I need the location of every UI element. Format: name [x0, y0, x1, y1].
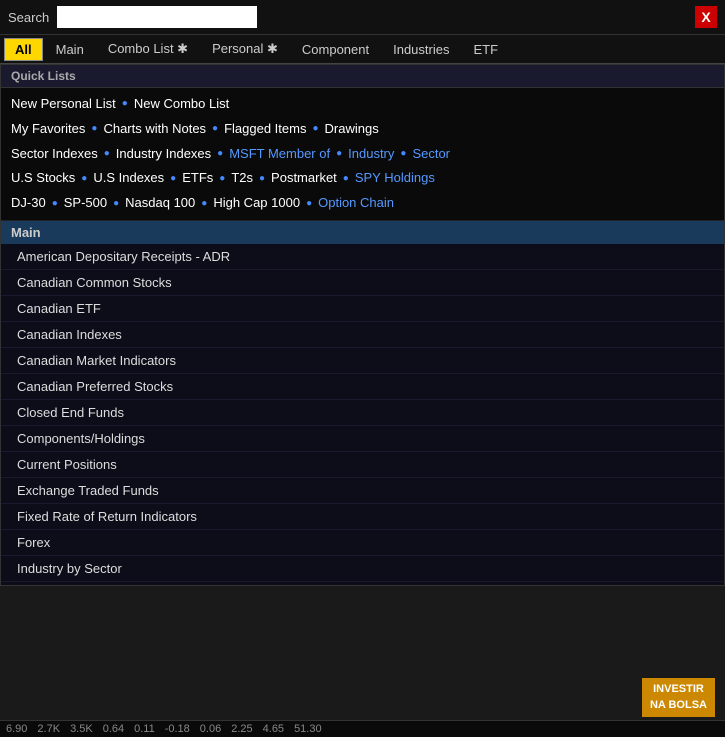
quick-link[interactable]: T2s [231, 168, 253, 189]
list-item[interactable]: Industry by Sector [1, 556, 724, 582]
dot-separator: ● [336, 146, 342, 162]
tab-main[interactable]: Main [45, 38, 95, 61]
list-item[interactable]: Canadian Market Indicators [1, 348, 724, 374]
quick-link[interactable]: High Cap 1000 [213, 193, 300, 214]
quick-link[interactable]: My Favorites [11, 119, 85, 140]
tab-combo-list[interactable]: Combo List ✱ [97, 37, 199, 61]
tab-personal[interactable]: Personal ✱ [201, 37, 289, 61]
quick-link[interactable]: MSFT Member of [229, 144, 330, 165]
quick-link[interactable]: New Personal List [11, 94, 116, 115]
search-bar: Search X [0, 0, 725, 35]
quick-link[interactable]: Flagged Items [224, 119, 306, 140]
quick-link[interactable]: Nasdaq 100 [125, 193, 195, 214]
quick-link[interactable]: Drawings [325, 119, 379, 140]
status-value: 2.25 [231, 723, 252, 735]
quick-link[interactable]: Sector [412, 144, 450, 165]
list-item[interactable]: Canadian Indexes [1, 322, 724, 348]
dot-separator: ● [219, 171, 225, 187]
list-item[interactable]: Canadian ETF [1, 296, 724, 322]
quick-link[interactable]: Sector Indexes [11, 144, 98, 165]
quick-list-row: New Personal List ● New Combo List [11, 92, 714, 117]
list-item[interactable]: Canadian Preferred Stocks [1, 374, 724, 400]
search-label: Search [8, 10, 49, 25]
dot-separator: ● [91, 121, 97, 137]
list-item[interactable]: Exchange Traded Funds [1, 478, 724, 504]
dot-separator: ● [122, 96, 128, 112]
list-item[interactable]: American Depositary Receipts - ADR [1, 244, 724, 270]
status-value: -0.18 [165, 723, 190, 735]
dot-separator: ● [212, 121, 218, 137]
list-item[interactable]: Components/Holdings [1, 426, 724, 452]
status-bar: 6.90 2.7K 3.5K 0.64 0.11 -0.18 0.06 2.25 4.65 51.… [0, 720, 725, 737]
dot-separator: ● [306, 196, 312, 212]
list-item[interactable]: Forex [1, 530, 724, 556]
dot-separator: ● [312, 121, 318, 137]
status-value: 0.06 [200, 723, 221, 735]
quick-link[interactable]: DJ-30 [11, 193, 46, 214]
status-value: 6.90 [6, 723, 27, 735]
quick-link[interactable]: SP-500 [64, 193, 107, 214]
dot-separator: ● [259, 171, 265, 187]
tab-component[interactable]: Component [291, 38, 380, 61]
quick-link[interactable]: U.S Indexes [93, 168, 164, 189]
quick-lists-content: New Personal List●New Combo ListMy Favor… [1, 88, 724, 221]
status-value: 2.7K [37, 723, 60, 735]
dot-separator: ● [170, 171, 176, 187]
status-value: 0.64 [103, 723, 124, 735]
dot-separator: ● [400, 146, 406, 162]
status-value: 51.30 [294, 723, 322, 735]
dot-separator: ● [201, 196, 207, 212]
quick-list-row: My Favorites ● Charts with Notes ● Flagged I… [11, 117, 714, 142]
quick-link[interactable]: Option Chain [318, 193, 394, 214]
main-section-header: Main [1, 221, 724, 244]
list-item[interactable]: Closed End Funds [1, 400, 724, 426]
dot-separator: ● [217, 146, 223, 162]
quick-link[interactable]: Industry Indexes [116, 144, 211, 165]
watermark: INVESTIR NA BOLSA [642, 678, 715, 717]
dropdown-panel: Quick Lists New Personal List ● New Combo … [0, 64, 725, 586]
list-item[interactable]: Canadian Common Stocks [1, 270, 724, 296]
status-value: 4.65 [263, 723, 284, 735]
watermark-line2: NA BOLSA [650, 698, 707, 713]
quick-link[interactable]: U.S Stocks [11, 168, 75, 189]
list-item[interactable]: Fixed Rate of Return Indicators [1, 504, 724, 530]
quick-link[interactable]: Charts with Notes [103, 119, 206, 140]
dot-separator: ● [343, 171, 349, 187]
tab-bar: AllMainCombo List ✱Personal ✱ComponentIn… [0, 35, 725, 64]
watermark-line1: INVESTIR [650, 682, 707, 697]
quick-link[interactable]: New Combo List [134, 94, 229, 115]
quick-link[interactable]: ETFs [182, 168, 213, 189]
tab-all[interactable]: All [4, 38, 43, 61]
dot-separator: ● [113, 196, 119, 212]
tab-etf[interactable]: ETF [462, 38, 509, 61]
dot-separator: ● [52, 196, 58, 212]
search-input[interactable] [57, 6, 257, 28]
quick-link[interactable]: Postmarket [271, 168, 337, 189]
status-value: 0.11 [134, 723, 155, 735]
dot-separator: ● [104, 146, 110, 162]
quick-list-row: DJ-30 ● SP-500 ● Nasdaq 100 ● High Cap 1000 ● Op… [11, 191, 714, 216]
scroll-container[interactable]: Quick Lists New Personal List ● New Combo … [1, 65, 724, 585]
list-item[interactable]: Industry Components [1, 582, 724, 585]
list-item[interactable]: Current Positions [1, 452, 724, 478]
quick-list-row: U.S Stocks ● U.S Indexes ● ETFs ● T2s ● Postmark… [11, 166, 714, 191]
quick-lists-header: Quick Lists [1, 65, 724, 88]
quick-link[interactable]: SPY Holdings [355, 168, 435, 189]
main-list: American Depositary Receipts - ADRCanadi… [1, 244, 724, 585]
status-value: 3.5K [70, 723, 93, 735]
quick-link[interactable]: Industry [348, 144, 394, 165]
dot-separator: ● [81, 171, 87, 187]
quick-list-row: Sector Indexes ● Industry Indexes ● MSFT Mem… [11, 142, 714, 167]
tab-industries[interactable]: Industries [382, 38, 460, 61]
close-button[interactable]: X [695, 6, 717, 28]
